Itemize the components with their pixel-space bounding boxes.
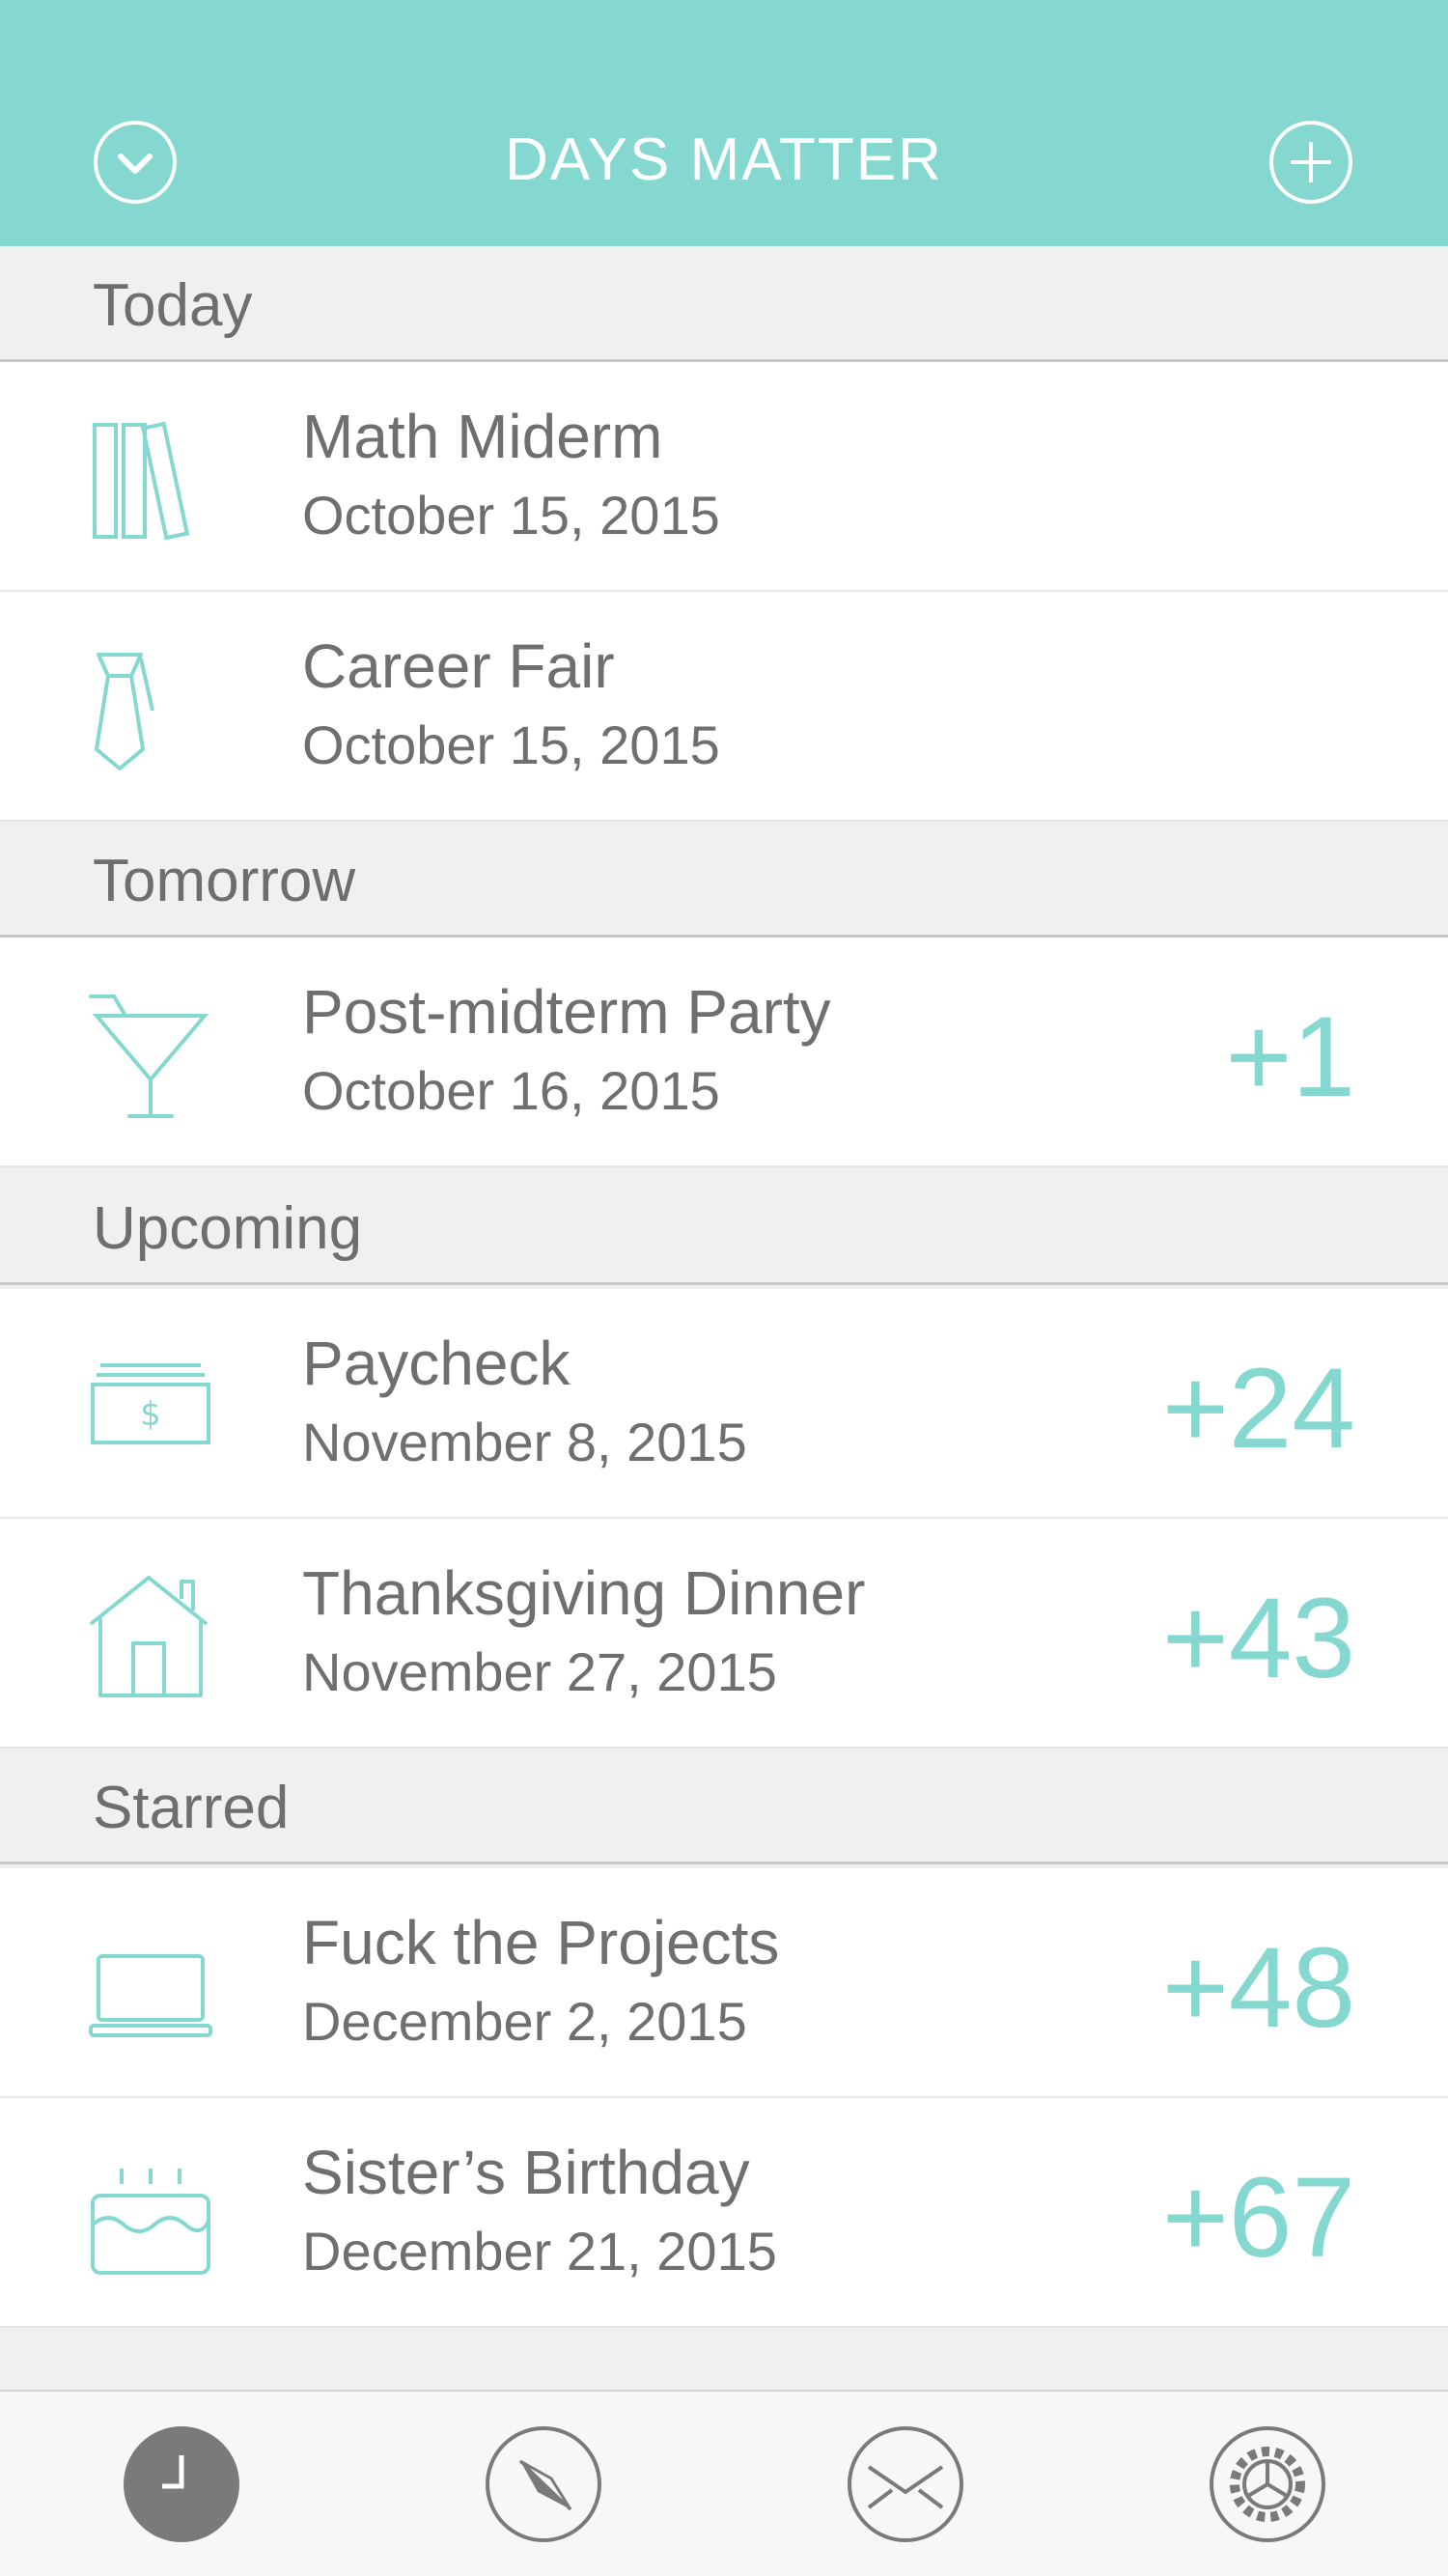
event-row[interactable]: $ Paycheck November 8, 2015 +24 (0, 1289, 1448, 1519)
section-label: Upcoming (93, 1195, 363, 1262)
clock-icon (124, 2426, 239, 2542)
section-header-today: Today (0, 246, 1448, 362)
event-date: November 27, 2015 (302, 1641, 777, 1702)
section-label: Today (93, 272, 253, 339)
event-name: Thanksgiving Dinner (302, 1558, 866, 1628)
days-count: +1 (1225, 994, 1355, 1121)
days-count: +67 (1161, 2154, 1355, 2282)
days-count: +43 (1161, 1575, 1355, 1702)
event-date: October 15, 2015 (302, 714, 720, 775)
event-date: December 21, 2015 (302, 2221, 777, 2282)
cocktail-icon (89, 994, 212, 1118)
section-label: Tomorrow (93, 848, 356, 914)
section-header-starred: Starred (0, 1749, 1448, 1864)
tab-compass[interactable] (484, 2424, 603, 2544)
laptop-icon (89, 1925, 212, 2049)
compass-icon (486, 2426, 601, 2542)
event-row[interactable]: Thanksgiving Dinner November 27, 2015 +4… (0, 1519, 1448, 1749)
section-header-tomorrow: Tomorrow (0, 822, 1448, 938)
house-icon (89, 1576, 212, 1699)
event-name: Career Fair (302, 631, 615, 701)
section-label: Starred (93, 1775, 290, 1841)
tab-bar (0, 2390, 1448, 2576)
tab-settings[interactable] (1208, 2424, 1327, 2544)
event-date: October 16, 2015 (302, 1060, 720, 1121)
birthday-cake-icon (89, 2155, 212, 2279)
event-date: October 15, 2015 (302, 485, 720, 546)
event-name: Paycheck (302, 1329, 571, 1398)
days-count: +48 (1161, 1924, 1355, 2052)
necktie-icon (89, 649, 212, 772)
days-count: +24 (1161, 1345, 1355, 1472)
app-title: DAYS MATTER (505, 126, 943, 193)
event-date: November 8, 2015 (302, 1412, 747, 1472)
books-icon (89, 419, 212, 543)
event-row[interactable]: Career Fair October 15, 2015 (0, 592, 1448, 822)
event-row[interactable]: Fuck the Projects December 2, 2015 +48 (0, 1868, 1448, 2098)
tab-clock[interactable] (122, 2424, 241, 2544)
event-row[interactable]: Post-midterm Party October 16, 2015 +1 (0, 938, 1448, 1167)
event-name: Sister’s Birthday (302, 2138, 750, 2207)
event-row[interactable]: Sister’s Birthday December 21, 2015 +67 (0, 2098, 1448, 2328)
event-date: December 2, 2015 (302, 1991, 747, 2052)
tab-messages[interactable] (846, 2424, 965, 2544)
event-name: Fuck the Projects (302, 1908, 780, 1977)
event-name: Math Miderm (302, 402, 663, 471)
envelope-icon (848, 2426, 963, 2542)
svg-text:$: $ (140, 1395, 161, 1434)
plus-circle-icon[interactable] (1267, 119, 1354, 206)
settings-gear-icon (1210, 2426, 1325, 2542)
event-row[interactable]: Math Miderm October 15, 2015 (0, 362, 1448, 592)
money-icon: $ (89, 1346, 212, 1470)
section-header-upcoming: Upcoming (0, 1169, 1448, 1285)
app-header: DAYS MATTER (0, 0, 1448, 246)
event-name: Post-midterm Party (302, 977, 831, 1047)
